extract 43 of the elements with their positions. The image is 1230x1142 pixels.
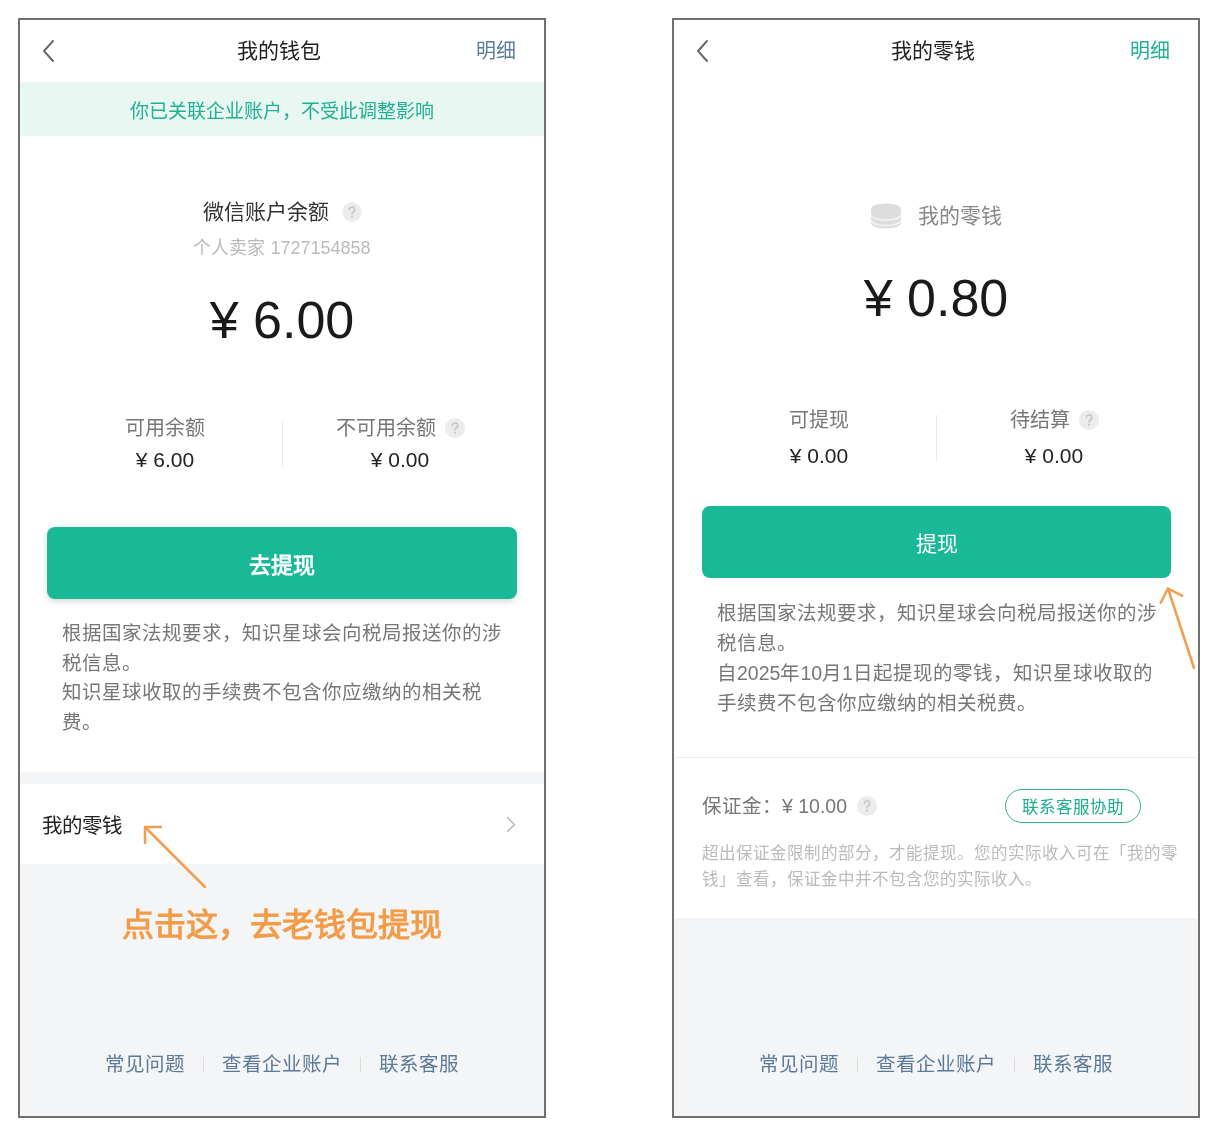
annotation-caption: 点击这，去老钱包提现: [122, 906, 442, 945]
balance-value: ¥ 0.00: [1024, 443, 1084, 469]
balance-value: ¥ 0.00: [789, 443, 849, 469]
deposit-note: 超出保证金限制的部分，才能提现。您的实际收入可在「我的零钱」查看，保证金中并不包含您的实际收入。: [702, 843, 1179, 890]
account-name: 个人卖家 1727154858: [193, 237, 371, 260]
notice-banner: 你已关联企业账户，不受此调整影响: [20, 82, 544, 136]
help-icon[interactable]: [1078, 410, 1099, 430]
page-title: 我的零钱: [891, 38, 975, 64]
pointer-arrow: [142, 824, 208, 890]
balance-label: 待结算: [1009, 408, 1070, 433]
coin-stack-icon: [870, 203, 902, 229]
details-link[interactable]: 明细: [476, 37, 516, 65]
back-icon[interactable]: [696, 39, 709, 63]
deposit-label: 保证金：¥ 10.00: [702, 794, 848, 819]
footer-link[interactable]: 常见问题: [759, 1050, 839, 1078]
balance-label: 不可用余额: [335, 416, 436, 441]
balance-amount: ¥ 6.00: [209, 290, 355, 350]
details-link[interactable]: 明细: [1130, 37, 1170, 65]
help-icon[interactable]: [857, 796, 878, 816]
tax-notice-text: 自2025年10月1日起提现的零钱，知识星球收取的手续费不包含你应缴纳的相关税费。: [717, 661, 1154, 716]
footer-link[interactable]: 查看企业账户: [222, 1050, 342, 1078]
footer-link[interactable]: 联系客服: [379, 1050, 459, 1078]
page-title: 我的钱包: [237, 38, 321, 64]
tax-notice-text: 知识星球收取的手续费不包含你应缴纳的相关税费。: [62, 680, 483, 735]
balance-amount: ¥ 0.80: [863, 268, 1009, 328]
balance-title: 我的零钱: [918, 203, 1002, 229]
contact-support-button[interactable]: 联系客服协助: [1005, 789, 1141, 823]
chevron-right-icon: [506, 815, 516, 833]
help-icon[interactable]: [341, 202, 362, 222]
balance-label: 可用余额: [125, 416, 205, 441]
tax-notice-text: 根据国家法规要求，知识星球会向税局报送你的涉税信息。: [717, 601, 1157, 656]
balance-title: 微信账户余额: [202, 199, 329, 225]
footer-link[interactable]: 常见问题: [105, 1050, 185, 1078]
withdraw-button[interactable]: 提现: [702, 506, 1171, 578]
balance-label: 可提现: [789, 408, 849, 433]
balance-value: ¥ 0.00: [370, 447, 430, 473]
back-icon[interactable]: [42, 39, 55, 63]
footer-link[interactable]: 联系客服: [1033, 1050, 1113, 1078]
tax-notice-text: 根据国家法规要求，知识星球会向税局报送你的涉税信息。: [62, 621, 502, 676]
footer-link[interactable]: 查看企业账户: [876, 1050, 996, 1078]
withdraw-button[interactable]: 去提现: [47, 527, 517, 599]
help-icon[interactable]: [444, 418, 465, 438]
balance-value: ¥ 6.00: [135, 447, 195, 473]
